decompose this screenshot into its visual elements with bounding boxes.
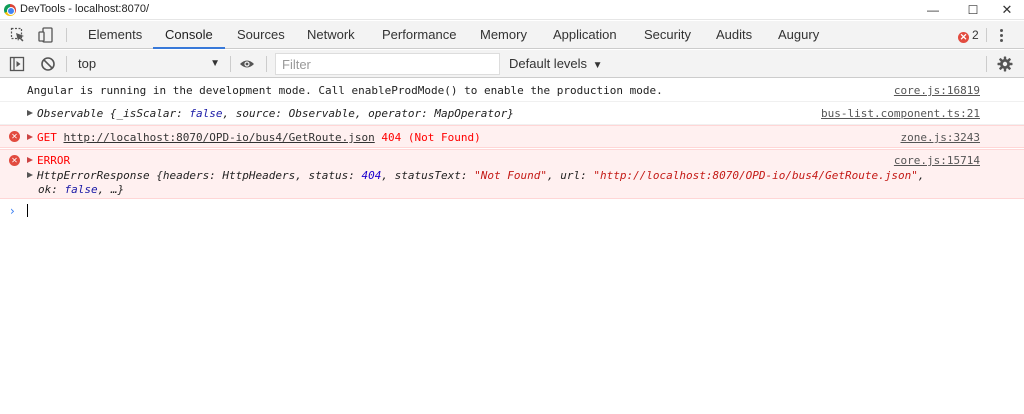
- chevron-down-icon: ▼: [592, 60, 603, 71]
- toolbar-divider: [230, 56, 231, 72]
- console-prompt-icon: ›: [10, 204, 15, 218]
- maximize-button[interactable]: ☐: [956, 0, 990, 20]
- clear-console-icon[interactable]: [40, 56, 56, 72]
- error-icon: ✕: [958, 32, 969, 43]
- more-options-icon[interactable]: [997, 27, 1005, 43]
- context-selector[interactable]: top ▼: [72, 54, 224, 74]
- message-text[interactable]: ERROR: [27, 154, 70, 167]
- tab-security[interactable]: Security: [644, 21, 691, 49]
- expand-triangle-icon[interactable]: [27, 172, 33, 178]
- close-button[interactable]: ✕: [990, 0, 1024, 20]
- tab-application[interactable]: Application: [553, 21, 617, 49]
- tab-elements[interactable]: Elements: [88, 21, 142, 49]
- toolbar-divider: [986, 28, 987, 42]
- console-message: Observable {_isScalar: false, source: Ob…: [0, 102, 1024, 125]
- toolbar-divider: [66, 28, 67, 42]
- tab-memory[interactable]: Memory: [480, 21, 527, 49]
- tab-audits[interactable]: Audits: [716, 21, 752, 49]
- eye-icon[interactable]: [239, 56, 255, 72]
- tab-network[interactable]: Network: [307, 21, 355, 49]
- message-source-link[interactable]: core.js:15714: [894, 154, 980, 167]
- toolbar-divider: [986, 56, 987, 72]
- object-rest: , source: Observable, operator: MapOpera…: [222, 107, 514, 120]
- tab-sources[interactable]: Sources: [237, 21, 285, 49]
- toolbar-divider: [66, 56, 67, 72]
- message-source-link[interactable]: zone.js:3243: [901, 131, 980, 144]
- expand-triangle-icon[interactable]: [27, 157, 33, 163]
- context-value: top: [78, 56, 97, 71]
- tab-console[interactable]: Console: [153, 21, 225, 49]
- request-status: 404 (Not Found): [381, 131, 481, 144]
- window-titlebar: DevTools - localhost:8070/ — ☐ ✕: [0, 0, 1024, 20]
- toolbar-divider: [266, 56, 267, 72]
- request-url-link[interactable]: http://localhost:8070/OPD-io/bus4/GetRou…: [64, 131, 375, 144]
- error-icon: ✕: [9, 131, 20, 142]
- gear-icon[interactable]: [997, 56, 1013, 72]
- message-text[interactable]: GET http://localhost:8070/OPD-io/bus4/Ge…: [27, 131, 481, 144]
- error-object[interactable]: HttpErrorResponse {headers: HttpHeaders,…: [27, 169, 924, 182]
- expand-triangle-icon[interactable]: [27, 110, 33, 116]
- chrome-icon: [4, 4, 16, 16]
- console-output: Angular is running in the development mo…: [0, 79, 1024, 414]
- error-count-badge[interactable]: ✕ 2: [958, 28, 979, 43]
- error-label: ERROR: [37, 154, 71, 167]
- device-toolbar-icon[interactable]: [38, 27, 54, 43]
- error-count: 2: [972, 28, 979, 42]
- log-levels-label: Default levels: [509, 56, 588, 71]
- console-toolbar: top ▼ Default levels ▼: [0, 50, 1024, 78]
- expand-triangle-icon[interactable]: [27, 134, 33, 140]
- show-sidebar-icon[interactable]: [9, 56, 25, 72]
- message-text: Angular is running in the development mo…: [27, 84, 663, 97]
- tab-augury[interactable]: Augury: [778, 21, 819, 49]
- console-input[interactable]: [27, 204, 28, 217]
- console-error-message: ✕ ERROR core.js:15714 HttpErrorResponse …: [0, 149, 1024, 199]
- console-message: Angular is running in the development mo…: [0, 79, 1024, 102]
- error-object-continued: ok: false, …}: [38, 183, 125, 196]
- error-icon: ✕: [9, 155, 20, 166]
- chevron-down-icon: ▼: [210, 58, 220, 69]
- object-value: false: [189, 107, 223, 120]
- object-prefix: Observable {_isScalar:: [37, 107, 190, 120]
- minimize-button[interactable]: —: [916, 0, 950, 20]
- log-levels-dropdown[interactable]: Default levels ▼: [509, 56, 603, 71]
- window-title: DevTools - localhost:8070/: [20, 3, 150, 15]
- request-method: GET: [37, 131, 57, 144]
- message-text[interactable]: Observable {_isScalar: false, source: Ob…: [27, 107, 514, 120]
- tab-performance[interactable]: Performance: [382, 21, 456, 49]
- filter-input[interactable]: [275, 53, 500, 75]
- console-error-message: ✕ GET http://localhost:8070/OPD-io/bus4/…: [0, 125, 1024, 148]
- inspect-element-icon[interactable]: [10, 27, 26, 43]
- message-source-link[interactable]: core.js:16819: [894, 84, 980, 97]
- message-source-link[interactable]: bus-list.component.ts:21: [821, 107, 980, 120]
- devtools-tabbar: Elements Console Sources Network Perform…: [0, 21, 1024, 49]
